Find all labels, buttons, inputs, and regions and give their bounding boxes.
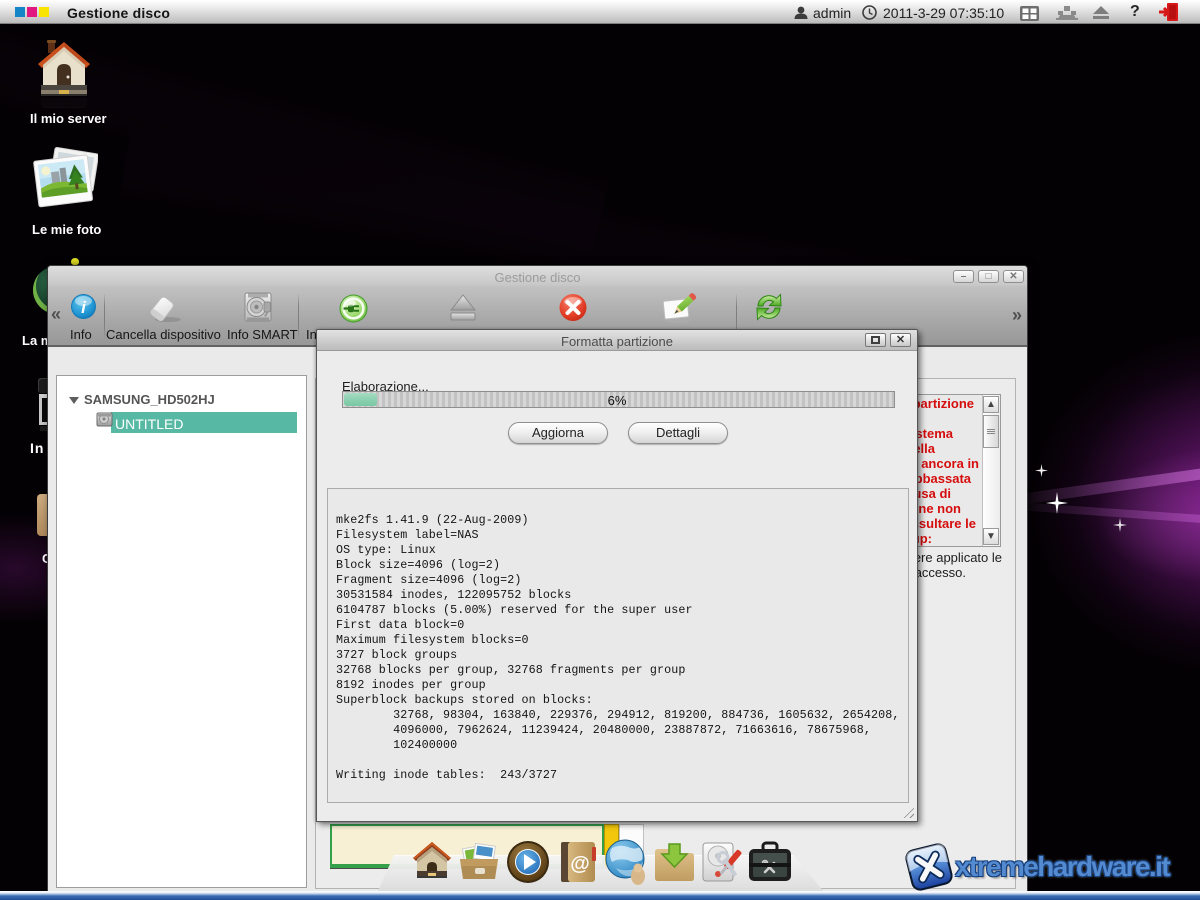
svg-text:@: @	[570, 853, 590, 875]
